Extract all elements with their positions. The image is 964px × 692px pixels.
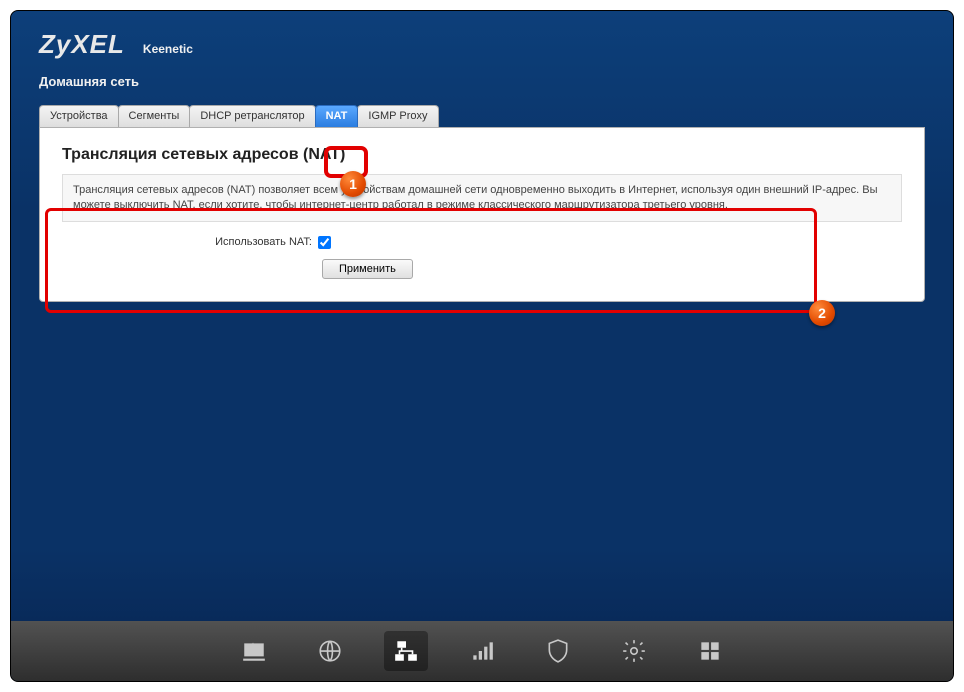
tab-igmp-proxy[interactable]: IGMP Proxy [357, 105, 438, 127]
bottom-nav [11, 621, 953, 681]
nav-shield-icon[interactable] [536, 631, 580, 671]
tab-devices[interactable]: Устройства [39, 105, 119, 127]
header: ZyXEL Keenetic Домашняя сеть [11, 11, 953, 95]
apply-button[interactable]: Применить [322, 259, 413, 279]
tab-bar: Устройства Сегменты DHCP ретранслятор NA… [39, 105, 953, 127]
nav-network-icon[interactable] [384, 631, 428, 671]
tab-dhcp-relay[interactable]: DHCP ретранслятор [189, 105, 315, 127]
nav-globe-icon[interactable] [308, 631, 352, 671]
logo-row: ZyXEL Keenetic [39, 29, 925, 60]
page-title: Домашняя сеть [39, 74, 925, 89]
nat-description: Трансляция сетевых адресов (NAT) позволя… [62, 174, 902, 222]
app-frame: ZyXEL Keenetic Домашняя сеть Устройства … [10, 10, 954, 682]
annotation-badge-1: 1 [340, 171, 366, 197]
use-nat-label: Использовать NAT: [122, 236, 312, 248]
nav-wifi-icon[interactable] [460, 631, 504, 671]
annotation-badge-2: 2 [809, 300, 835, 326]
brand-logo: ZyXEL [39, 29, 125, 60]
nav-apps-icon[interactable] [688, 631, 732, 671]
content-heading: Трансляция сетевых адресов (NAT) [62, 146, 902, 164]
nav-gear-icon[interactable] [612, 631, 656, 671]
tab-nat[interactable]: NAT [315, 105, 359, 127]
apply-row: Применить [322, 259, 902, 279]
model-name: Keenetic [143, 42, 193, 56]
content-panel: Трансляция сетевых адресов (NAT) Трансля… [39, 127, 925, 302]
nav-monitor-icon[interactable] [232, 631, 276, 671]
tab-segments[interactable]: Сегменты [118, 105, 191, 127]
use-nat-row: Использовать NAT: [122, 236, 902, 249]
use-nat-checkbox[interactable] [318, 236, 331, 249]
